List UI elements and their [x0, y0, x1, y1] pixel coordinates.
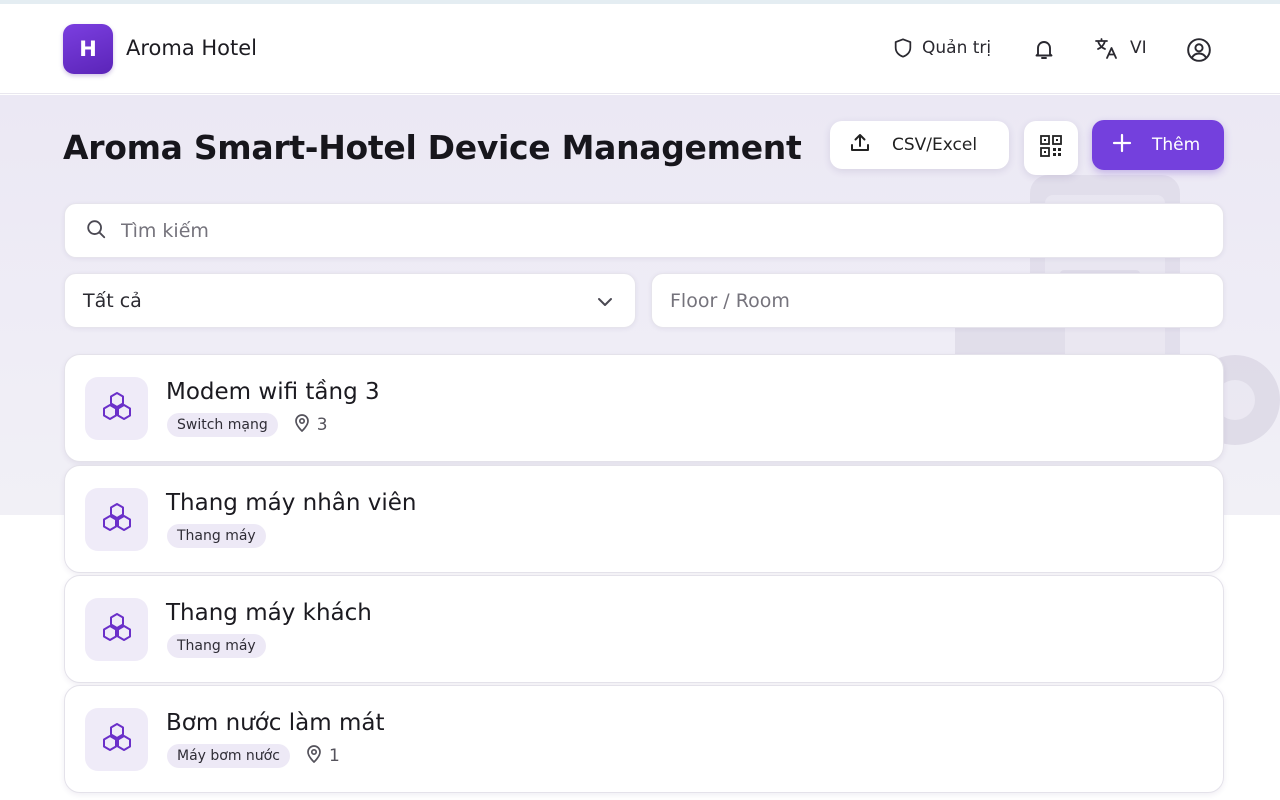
- map-pin-icon: [294, 413, 310, 437]
- device-type-badge: Máy bơm nước: [167, 744, 290, 768]
- device-location-value: 1: [328, 746, 340, 766]
- device-type-badge: Switch mạng: [167, 413, 278, 437]
- shield-icon: [892, 36, 914, 60]
- app-name: Aroma Hotel: [126, 36, 258, 60]
- notifications-button[interactable]: [1032, 37, 1056, 61]
- device-name: Thang máy nhân viên: [166, 490, 417, 516]
- device-card[interactable]: Modem wifi tầng 3 Switch mạng 3: [64, 354, 1224, 462]
- account-button[interactable]: [1186, 37, 1212, 63]
- cubes-icon: [100, 390, 134, 428]
- device-icon-tile: [85, 598, 148, 661]
- top-header: H Aroma Hotel Quản trị VI: [0, 4, 1280, 94]
- user-circle-icon: [1186, 37, 1212, 63]
- app-logo[interactable]: H: [63, 24, 113, 74]
- category-filter-select[interactable]: Tất cả: [64, 273, 636, 328]
- add-device-label: Thêm: [1152, 135, 1201, 155]
- device-meta: Máy bơm nước 1: [167, 744, 340, 768]
- device-meta: Switch mạng 3: [167, 413, 328, 437]
- device-location-value: 3: [316, 415, 328, 435]
- device-type-badge: Thang máy: [167, 634, 266, 658]
- upload-icon: [848, 131, 872, 160]
- csv-export-button[interactable]: CSV/Excel: [830, 121, 1009, 169]
- device-meta: Thang máy: [167, 634, 266, 658]
- device-card[interactable]: Thang máy nhân viên Thang máy: [64, 465, 1224, 573]
- cubes-icon: [100, 721, 134, 759]
- device-icon-tile: [85, 377, 148, 440]
- search-bar: [64, 203, 1224, 258]
- admin-label: Quản trị: [922, 38, 992, 58]
- device-icon-tile: [85, 488, 148, 551]
- device-type-badge: Thang máy: [167, 524, 266, 548]
- map-pin-icon: [306, 744, 322, 768]
- device-card[interactable]: Bơm nước làm mát Máy bơm nước 1: [64, 685, 1224, 793]
- cubes-icon: [100, 501, 134, 539]
- logo-letter: H: [79, 37, 97, 61]
- plus-icon: [1112, 133, 1132, 158]
- device-name: Modem wifi tầng 3: [166, 379, 380, 405]
- device-location: 3: [294, 413, 328, 437]
- category-filter-value: Tất cả: [83, 289, 142, 312]
- translate-icon: [1094, 36, 1120, 60]
- qr-scan-button[interactable]: [1024, 121, 1078, 175]
- add-device-button[interactable]: Thêm: [1092, 120, 1224, 170]
- bell-icon: [1032, 37, 1056, 61]
- cubes-icon: [100, 611, 134, 649]
- device-icon-tile: [85, 708, 148, 771]
- device-card[interactable]: Thang máy khách Thang máy: [64, 575, 1224, 683]
- device-name: Thang máy khách: [166, 600, 372, 626]
- admin-link[interactable]: Quản trị: [892, 36, 991, 60]
- chevron-down-icon: [597, 290, 613, 312]
- device-name: Bơm nước làm mát: [166, 710, 385, 736]
- device-location: 1: [306, 744, 340, 768]
- room-filter-input[interactable]: [670, 289, 1190, 312]
- language-switcher[interactable]: VI: [1094, 36, 1147, 60]
- room-filter: [651, 273, 1224, 328]
- device-meta: Thang máy: [167, 524, 266, 548]
- csv-export-label: CSV/Excel: [892, 135, 978, 155]
- search-icon: [85, 218, 107, 244]
- search-input[interactable]: [121, 219, 1171, 242]
- language-label: VI: [1130, 38, 1147, 58]
- qr-code-icon: [1039, 134, 1063, 162]
- page-title: Aroma Smart-Hotel Device Management: [63, 128, 802, 167]
